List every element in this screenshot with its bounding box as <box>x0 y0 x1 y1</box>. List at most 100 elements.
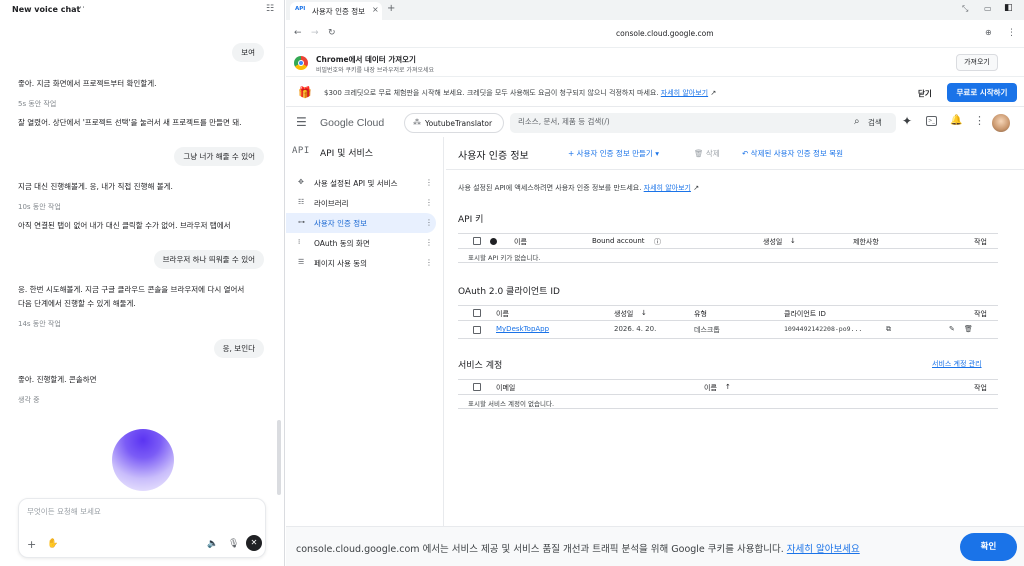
column-header[interactable]: 유형 <box>694 309 707 319</box>
sidebar-item-oauth-consent[interactable]: ⁞ OAuth 동의 화면 ⋮ <box>286 233 436 253</box>
sort-down-icon[interactable]: ↓ <box>790 237 796 245</box>
chat-input[interactable] <box>27 507 257 516</box>
trial-learn-more-link[interactable]: 자세히 알아보기 <box>661 89 708 97</box>
search-icon[interactable]: ⌕ <box>854 116 860 127</box>
column-header[interactable]: Bound account <box>592 237 645 245</box>
intro-learn-more-link[interactable]: 자세히 알아보기 <box>644 184 691 192</box>
google-cloud-logo[interactable]: Google Cloud <box>320 117 384 129</box>
column-header[interactable]: 이름 <box>514 237 527 247</box>
chat-header: New voice chat ⋯ ☷ <box>0 0 285 20</box>
client-name-link[interactable]: MyDeskTopApp <box>496 325 549 333</box>
import-button[interactable]: 가져오기 <box>956 54 998 71</box>
minimize-icon[interactable]: ⤡ <box>962 4 968 14</box>
copy-icon[interactable]: ⧉ <box>886 325 891 334</box>
close-icon[interactable]: ✕ <box>246 535 262 551</box>
chat-scrollbar[interactable] <box>277 420 281 495</box>
sidebar-toggle-icon[interactable]: ☷ <box>266 4 274 14</box>
sidenav-title: API 및 서비스 <box>320 149 374 159</box>
user-message: 응, 보인다 <box>213 339 264 358</box>
select-all-checkbox[interactable] <box>473 383 481 391</box>
restore-label: 삭제된 사용자 인증 정보 복원 <box>750 149 844 158</box>
client-created: 2026. 4. 20. <box>614 325 657 333</box>
kebab-icon[interactable]: ⋮ <box>425 218 433 227</box>
restore-deleted-button[interactable]: ↶ 삭제된 사용자 인증 정보 복원 <box>742 148 843 159</box>
window-icon[interactable]: ▭ <box>984 4 992 13</box>
column-header[interactable]: 생성일 <box>614 309 633 319</box>
close-icon[interactable]: × <box>372 5 379 14</box>
back-icon[interactable]: ← <box>294 28 302 38</box>
hand-icon[interactable]: ✋ <box>47 539 58 549</box>
trial-dismiss-button[interactable]: 닫기 <box>918 88 932 99</box>
start-free-trial-button[interactable]: 무료로 시작하기 <box>947 83 1017 102</box>
kebab-icon[interactable]: ⋮ <box>974 114 985 127</box>
delete-button[interactable]: 🗑 삭제 <box>694 148 720 159</box>
bell-icon[interactable]: 🔔 <box>950 115 962 126</box>
new-tab-icon[interactable]: + <box>387 3 395 14</box>
cloud-shell-icon[interactable]: >_ <box>926 116 937 126</box>
reload-icon[interactable]: ↻ <box>328 28 336 38</box>
sidebar-item-enabled-apis[interactable]: ✥ 사용 설정된 API 및 서비스 ⋮ <box>286 173 436 193</box>
column-header[interactable]: 이메일 <box>496 383 515 393</box>
trial-banner: 🎁 $300 크레딧으로 무료 체험판을 시작해 보세요. 크레딧을 모두 사용… <box>286 79 1024 107</box>
client-type: 데스크톱 <box>694 326 720 334</box>
plus-icon[interactable]: + <box>27 538 36 551</box>
chrome-logo-icon <box>294 56 308 70</box>
url-text[interactable]: console.cloud.google.com <box>616 29 714 38</box>
column-header[interactable]: 이름 <box>704 383 717 393</box>
kebab-icon[interactable]: ⋮ <box>425 258 433 267</box>
oauth-icon: ⁞ <box>298 238 301 246</box>
row-checkbox[interactable] <box>473 326 481 334</box>
kebab-icon[interactable]: ⋮ <box>425 178 433 187</box>
cookie-learn-more-link[interactable]: 자세히 알아보세요 <box>787 544 860 555</box>
user-message: 보여 <box>232 43 264 62</box>
undo-icon: ↶ <box>742 149 751 158</box>
import-title: Chrome에서 데이터 가져오기 <box>316 55 416 64</box>
sidebar-item-label: 라이브러리 <box>314 199 349 208</box>
sort-up-icon[interactable]: ↑ <box>725 383 731 391</box>
api-favicon-icon: API <box>295 6 306 12</box>
api-keys-title: API 키 <box>458 215 484 225</box>
avatar[interactable] <box>992 114 1010 132</box>
create-credentials-button[interactable]: + 사용자 인증 정보 만들기 ▾ <box>568 148 659 159</box>
column-header[interactable]: 제한사항 <box>853 237 879 247</box>
column-header[interactable]: 클라이언트 ID <box>784 309 826 319</box>
browser-tab[interactable]: API 사용자 인증 정보 × <box>290 2 382 20</box>
gemini-icon[interactable]: ✦ <box>902 114 912 128</box>
intro-message: 사용 설정된 API에 액세스하려면 사용자 인증 정보를 만드세요. <box>458 184 642 192</box>
column-header[interactable]: 생성일 <box>763 237 782 247</box>
sidebar-item-page-usage[interactable]: ☰ 페이지 사용 동의 ⋮ <box>286 253 436 273</box>
split-view-icon[interactable]: ◧ <box>1004 3 1013 13</box>
trial-message: $300 크레딧으로 무료 체험판을 시작해 보세요. 크레딧을 모두 사용해도… <box>324 89 659 97</box>
download-icon[interactable]: ⊕ <box>985 28 992 37</box>
import-subtitle: 비밀번호와 쿠키를 내장 브라우저로 가져오세요 <box>316 67 435 74</box>
menu-icon[interactable]: ☰ <box>296 115 307 129</box>
search-input[interactable] <box>518 117 818 126</box>
sidebar-item-credentials[interactable]: ⊶ 사용자 인증 정보 ⋮ <box>286 213 436 233</box>
sort-down-icon[interactable]: ↓ <box>641 309 647 317</box>
trash-icon: 🗑 <box>694 149 706 158</box>
cookie-confirm-button[interactable]: 확인 <box>960 533 1017 561</box>
work-duration[interactable]: 5s 동안 작업 <box>18 99 56 109</box>
work-duration[interactable]: 14s 동안 작업 <box>18 319 61 329</box>
trash-icon[interactable]: 🗑 <box>964 325 973 333</box>
select-all-checkbox[interactable] <box>473 237 481 245</box>
mic-icon[interactable]: 🎙 <box>228 539 239 549</box>
settings-list-icon: ☰ <box>298 258 305 266</box>
table-row: MyDeskTopApp 2026. 4. 20. 데스크톱 109449214… <box>458 321 998 339</box>
manage-service-accounts-link[interactable]: 서비스 계정 관리 <box>932 359 982 369</box>
sidebar-item-library[interactable]: ☷ 라이브러리 ⋮ <box>286 193 436 213</box>
kebab-icon[interactable]: ⋮ <box>1007 28 1016 38</box>
kebab-icon[interactable]: ⋮ <box>425 238 433 247</box>
speaker-icon[interactable]: 🔈 <box>207 539 218 549</box>
work-duration[interactable]: 10s 동안 작업 <box>18 202 61 212</box>
kebab-icon[interactable]: ⋮ <box>425 198 433 207</box>
project-picker[interactable]: ⁂ YoutubeTranslator <box>404 113 504 133</box>
search-button[interactable]: 검색 <box>868 117 882 128</box>
help-icon[interactable]: ⓘ <box>654 237 661 247</box>
edit-icon[interactable]: ✎ <box>949 325 955 333</box>
select-all-checkbox[interactable] <box>473 309 481 317</box>
column-header[interactable]: 이름 <box>496 309 509 319</box>
more-horizontal-icon[interactable]: ⋯ <box>76 3 85 13</box>
import-banner: Chrome에서 데이터 가져오기 비밀번호와 쿠키를 내장 브라우저로 가져오… <box>286 49 1024 77</box>
forward-icon[interactable]: → <box>311 28 319 38</box>
